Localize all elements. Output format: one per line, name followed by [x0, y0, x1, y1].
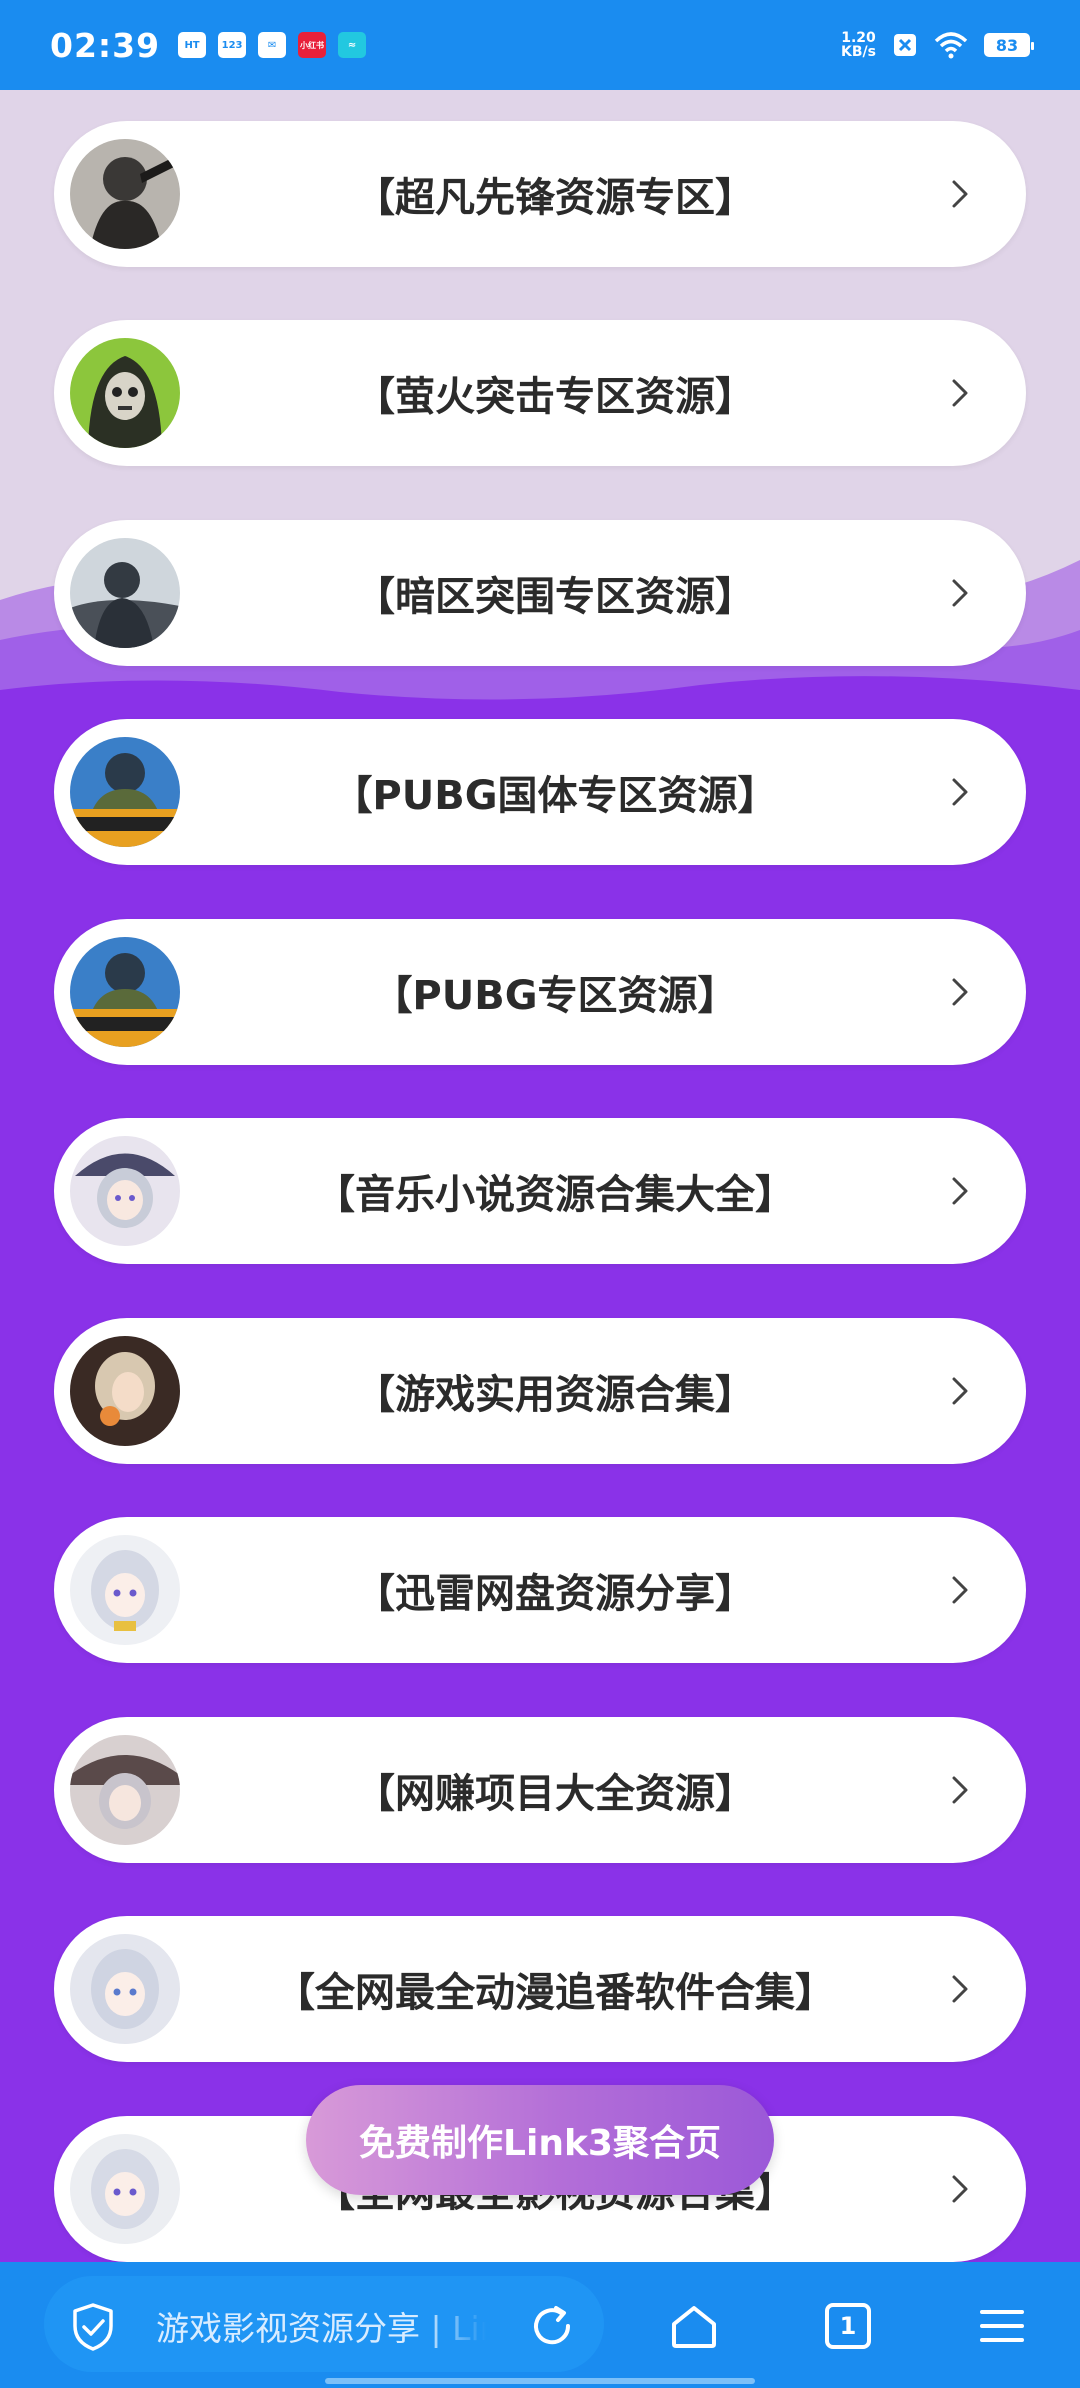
create-link3-button[interactable]: 免费制作Link3聚合页 [306, 2085, 774, 2195]
anime-girl-avatar-icon [70, 1535, 180, 1645]
tabs-count: 1 [825, 2303, 871, 2349]
list-item-label: 【PUBG国体专区资源】 [332, 773, 778, 819]
soldier-avatar-icon [70, 139, 180, 249]
list-item-label: 【网赚项目大全资源】 [355, 1771, 755, 1817]
list-item[interactable]: 【萤火突击专区资源】 [54, 320, 1026, 466]
anime-witch-avatar-icon [70, 1735, 180, 1845]
list-item-label: 【超凡先锋资源专区】 [355, 175, 755, 221]
list-item[interactable]: 【PUBG国体专区资源】 [54, 719, 1026, 865]
chevron-right-icon [952, 978, 968, 1006]
list-item[interactable]: 【PUBG专区资源】 [54, 919, 1026, 1065]
app-notification-icon: ≈ [338, 32, 367, 58]
dark-zone-avatar-icon [70, 538, 180, 648]
chevron-right-icon [952, 1776, 968, 1804]
status-right: 1.20 KB/s 83 [841, 31, 1034, 59]
list-item[interactable]: 【网赚项目大全资源】 [54, 1717, 1026, 1863]
home-icon[interactable] [668, 2300, 720, 2352]
network-speed-value: 1.20 [841, 30, 876, 46]
status-bar: 02:39 HT 123 ✉ 小红书 ≈ 1.20 KB/s 83 [0, 0, 1080, 90]
network-speed: 1.20 KB/s [841, 31, 876, 59]
address-bar-text[interactable]: 游戏影视资源分享 | Link3 [156, 2302, 486, 2350]
notification-icons: HT 123 ✉ 小红书 ≈ [178, 32, 367, 58]
list-item-label: 【音乐小说资源合集大全】 [315, 1172, 795, 1218]
list-item[interactable]: 【暗区突围专区资源】 [54, 520, 1026, 666]
menu-icon[interactable] [976, 2300, 1028, 2352]
browser-bottom-bar: 游戏影视资源分享 | Link3 1 [0, 2262, 1080, 2388]
chevron-right-icon [952, 1975, 968, 2003]
chevron-right-icon [952, 180, 968, 208]
sim-off-icon [894, 34, 916, 56]
battery-indicator: 83 [984, 33, 1034, 57]
list-item[interactable]: 【音乐小说资源合集大全】 [54, 1118, 1026, 1264]
list-item[interactable]: 【游戏实用资源合集】 [54, 1318, 1026, 1464]
anime-witch-avatar-icon [70, 1136, 180, 1246]
network-speed-unit: KB/s [841, 44, 876, 60]
pubg-avatar-icon [70, 937, 180, 1047]
list-item[interactable]: 【迅雷网盘资源分享】 [54, 1517, 1026, 1663]
masked-soldier-avatar-icon [70, 338, 180, 448]
chevron-right-icon [952, 379, 968, 407]
list-item-label: 【萤火突击专区资源】 [355, 374, 755, 420]
shield-check-icon[interactable] [70, 2302, 116, 2352]
chevron-right-icon [952, 2175, 968, 2203]
refresh-icon[interactable] [526, 2300, 578, 2352]
list-item[interactable]: 【超凡先锋资源专区】 [54, 121, 1026, 267]
notification-icon-ht: HT [178, 32, 207, 58]
wifi-icon [934, 32, 968, 59]
xiaohongshu-icon: 小红书 [298, 32, 327, 58]
tabs-button[interactable]: 1 [822, 2300, 874, 2352]
anime-girl-avatar-icon [70, 1934, 180, 2044]
list-item-label: 【迅雷网盘资源分享】 [355, 1571, 755, 1617]
list-item-label: 【PUBG专区资源】 [372, 973, 738, 1019]
list-item-label: 【暗区突围专区资源】 [355, 574, 755, 620]
anime-girl-avatar-icon [70, 1336, 180, 1446]
anime-girl-avatar-icon [70, 2134, 180, 2244]
chevron-right-icon [952, 778, 968, 806]
chevron-right-icon [952, 1177, 968, 1205]
home-indicator[interactable] [325, 2378, 755, 2384]
chevron-right-icon [952, 579, 968, 607]
list-item-label: 【游戏实用资源合集】 [355, 1372, 755, 1418]
message-icon: ✉ [258, 32, 287, 58]
chevron-right-icon [952, 1576, 968, 1604]
list-item[interactable]: 【全网最全动漫追番软件合集】 [54, 1916, 1026, 2062]
status-time: 02:39 [50, 25, 161, 65]
chevron-right-icon [952, 1377, 968, 1405]
notification-icon-123: 123 [218, 32, 247, 58]
list-item-label: 【全网最全动漫追番软件合集】 [275, 1970, 835, 2016]
pubg-avatar-icon [70, 737, 180, 847]
